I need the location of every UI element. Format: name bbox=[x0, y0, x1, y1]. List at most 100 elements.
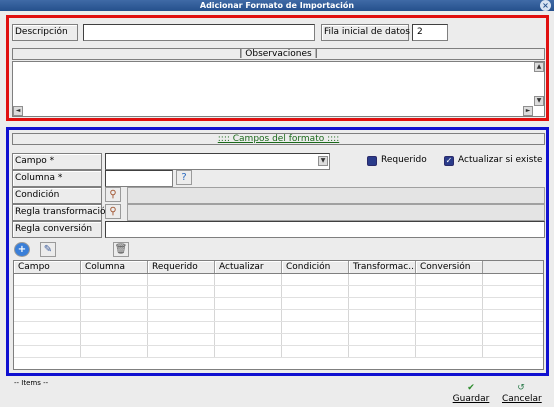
table-cell bbox=[148, 334, 215, 345]
actualizar-checkbox[interactable]: ✓ bbox=[444, 156, 454, 166]
table-row[interactable] bbox=[14, 346, 543, 358]
table-cell bbox=[349, 322, 416, 333]
table-cell bbox=[81, 310, 148, 321]
regla-transformacion-label: Regla transformación bbox=[12, 204, 111, 221]
table-cell bbox=[282, 286, 349, 297]
table-cell bbox=[349, 310, 416, 321]
table-cell bbox=[349, 274, 416, 285]
table-cell bbox=[416, 346, 483, 357]
table-cell bbox=[416, 322, 483, 333]
add-icon[interactable]: + bbox=[14, 242, 30, 257]
table-row[interactable] bbox=[14, 334, 543, 346]
table-cell bbox=[14, 334, 81, 345]
scroll-down-icon[interactable]: ▼ bbox=[534, 96, 544, 106]
table-cell bbox=[215, 286, 282, 297]
close-icon[interactable]: × bbox=[540, 0, 551, 11]
col-condicion[interactable]: Condición bbox=[282, 261, 349, 273]
table-cell bbox=[349, 346, 416, 357]
scroll-up-icon[interactable]: ▲ bbox=[534, 62, 544, 72]
table-cell bbox=[416, 286, 483, 297]
condicion-label: Condición bbox=[12, 187, 102, 204]
campo-label: Campo * bbox=[12, 153, 102, 170]
col-requerido[interactable]: Requerido bbox=[148, 261, 215, 273]
requerido-label: Requerido bbox=[381, 155, 427, 165]
table-cell bbox=[14, 322, 81, 333]
guardar-button[interactable]: ✔ Guardar bbox=[452, 383, 490, 405]
table-cell bbox=[215, 334, 282, 345]
table-cell bbox=[416, 274, 483, 285]
window-title: Adicionar Formato de Importación bbox=[199, 1, 355, 10]
items-grid[interactable]: Campo Columna Requerido Actualizar Condi… bbox=[13, 260, 544, 370]
condicion-field bbox=[127, 187, 545, 204]
search-icon[interactable]: ⚲ bbox=[105, 204, 121, 219]
table-cell bbox=[148, 310, 215, 321]
table-cell bbox=[14, 346, 81, 357]
col-campo[interactable]: Campo bbox=[14, 261, 81, 273]
table-cell bbox=[81, 274, 148, 285]
table-cell bbox=[14, 298, 81, 309]
table-cell bbox=[282, 298, 349, 309]
regla-conversion-input[interactable] bbox=[105, 221, 545, 238]
table-row[interactable] bbox=[14, 274, 543, 286]
table-row[interactable] bbox=[14, 298, 543, 310]
cancelar-label: Cancelar bbox=[502, 394, 542, 404]
help-icon[interactable]: ? bbox=[176, 170, 192, 185]
table-cell bbox=[282, 274, 349, 285]
requerido-checkbox[interactable] bbox=[367, 156, 377, 166]
scroll-right-icon[interactable]: ► bbox=[523, 106, 533, 116]
table-row[interactable] bbox=[14, 286, 543, 298]
table-cell bbox=[282, 346, 349, 357]
descripcion-input[interactable] bbox=[83, 24, 315, 41]
table-cell bbox=[81, 298, 148, 309]
cancel-icon: ↺ bbox=[517, 383, 525, 393]
table-cell bbox=[215, 298, 282, 309]
campos-header: :::: Campos del formato :::: bbox=[12, 133, 545, 145]
observaciones-header: | Observaciones | bbox=[12, 48, 545, 60]
guardar-label: Guardar bbox=[452, 394, 490, 404]
table-cell bbox=[148, 322, 215, 333]
actualizar-label: Actualizar si existe bbox=[458, 155, 543, 165]
fila-inicial-input[interactable]: 2 bbox=[412, 24, 448, 41]
table-cell bbox=[416, 298, 483, 309]
col-transformacion[interactable]: Transformac... bbox=[349, 261, 416, 273]
columna-input[interactable] bbox=[105, 170, 173, 187]
table-cell bbox=[148, 346, 215, 357]
edit-icon[interactable]: ✎ bbox=[40, 242, 56, 257]
col-conversion[interactable]: Conversión bbox=[416, 261, 483, 273]
cancelar-button[interactable]: ↺ Cancelar bbox=[502, 383, 542, 405]
grid-body bbox=[14, 274, 543, 358]
table-cell bbox=[349, 286, 416, 297]
table-cell bbox=[349, 334, 416, 345]
table-row[interactable] bbox=[14, 322, 543, 334]
col-columna[interactable]: Columna bbox=[81, 261, 148, 273]
table-cell bbox=[14, 286, 81, 297]
table-cell bbox=[416, 334, 483, 345]
table-row[interactable] bbox=[14, 310, 543, 322]
campo-select[interactable] bbox=[105, 153, 330, 170]
grid-header: Campo Columna Requerido Actualizar Condi… bbox=[14, 261, 543, 274]
table-cell bbox=[81, 286, 148, 297]
table-cell bbox=[215, 310, 282, 321]
table-cell bbox=[81, 346, 148, 357]
window-titlebar: Adicionar Formato de Importación × bbox=[0, 0, 554, 11]
table-cell bbox=[148, 298, 215, 309]
table-cell bbox=[14, 274, 81, 285]
table-cell bbox=[282, 322, 349, 333]
col-actualizar[interactable]: Actualizar bbox=[215, 261, 282, 273]
fila-inicial-label: Fila inicial de datos bbox=[321, 24, 410, 41]
table-cell bbox=[81, 322, 148, 333]
observaciones-textarea[interactable] bbox=[12, 61, 545, 117]
search-icon[interactable]: ⚲ bbox=[105, 187, 121, 202]
table-cell bbox=[215, 346, 282, 357]
regla-transformacion-field bbox=[127, 204, 545, 221]
table-cell bbox=[282, 334, 349, 345]
scroll-left-icon[interactable]: ◄ bbox=[13, 106, 23, 116]
chevron-down-icon[interactable]: ▼ bbox=[318, 156, 328, 166]
table-cell bbox=[148, 274, 215, 285]
table-cell bbox=[349, 298, 416, 309]
checkmark-icon: ✔ bbox=[467, 383, 475, 393]
table-cell bbox=[148, 286, 215, 297]
delete-icon[interactable]: 🗑 bbox=[113, 242, 129, 257]
table-cell bbox=[215, 322, 282, 333]
columna-label: Columna * bbox=[12, 170, 102, 187]
